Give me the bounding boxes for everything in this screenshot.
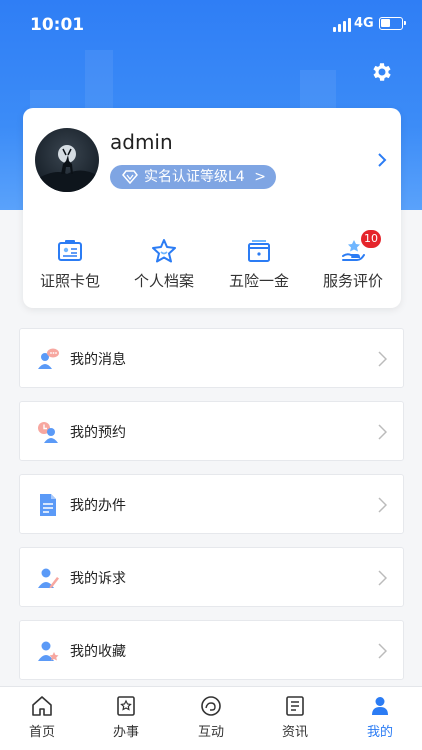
tab-label: 互动: [197, 725, 224, 740]
network-type: 4G: [354, 16, 374, 31]
star-profile-icon: [152, 239, 176, 263]
status-time: 10:01: [30, 15, 85, 35]
user-icon: [372, 697, 388, 715]
appeal-user-icon: [38, 568, 59, 589]
document-icon: [40, 494, 56, 516]
shortcut-grid: 证照卡包 个人档案 五险一金 服务评价 10: [23, 228, 401, 298]
menu-item-label: 我的消息: [70, 352, 126, 368]
id-card-icon: [58, 240, 82, 261]
tab-home[interactable]: 首页: [0, 695, 84, 740]
home-icon: [32, 696, 52, 716]
tab-mine[interactable]: 我的: [338, 695, 422, 740]
tab-services[interactable]: 办事: [84, 695, 168, 740]
shortcut-license-wallet[interactable]: 证照卡包: [23, 238, 117, 298]
menu-item-label: 我的预约: [70, 425, 126, 441]
deer-silhouette-icon: [35, 145, 99, 192]
service-icon: [117, 696, 135, 716]
tab-label: 资讯: [281, 725, 308, 740]
notification-badge: 10: [361, 230, 381, 248]
tab-label: 办事: [112, 725, 139, 740]
menu-item-appointments[interactable]: 我的预约: [19, 401, 404, 461]
certification-badge[interactable]: 实名认证等级L4 >: [110, 165, 276, 189]
menu-item-label: 我的收藏: [70, 644, 126, 660]
shortcut-label: 服务评价: [322, 272, 383, 290]
shortcut-label: 个人档案: [133, 272, 194, 290]
menu-item-label: 我的诉求: [70, 571, 126, 587]
bottom-tab-bar: 首页 办事 互动 资讯 我的: [0, 686, 422, 750]
interaction-icon: [201, 696, 221, 716]
shortcut-label: 证照卡包: [39, 272, 100, 290]
chevron-right-icon: [378, 351, 387, 367]
avatar[interactable]: [35, 128, 99, 192]
gear-icon[interactable]: [370, 60, 394, 84]
signal-icon: [333, 18, 353, 32]
menu-item-favorites[interactable]: 我的收藏: [19, 620, 404, 680]
tab-interaction[interactable]: 互动: [169, 695, 253, 740]
chevron-right-icon: [378, 497, 387, 513]
shortcut-label: 五险一金: [228, 272, 289, 290]
tab-label: 我的: [366, 725, 393, 740]
profile-card: admin 实名认证等级L4 > 证照卡包 个人档案 五险一金 服务评价 10: [23, 108, 401, 308]
menu-item-label: 我的办件: [70, 498, 126, 514]
username: admin: [110, 130, 173, 154]
battery-icon: [379, 17, 406, 30]
chevron-right-icon[interactable]: [376, 152, 388, 168]
status-bar: 10:01 4G: [0, 0, 422, 50]
menu-item-messages[interactable]: 我的消息: [19, 328, 404, 388]
insurance-icon: [248, 240, 270, 262]
appointment-icon: [38, 422, 58, 443]
chevron-right-icon: [378, 424, 387, 440]
diamond-icon: [122, 170, 138, 184]
tab-label: 首页: [28, 725, 55, 740]
news-icon: [286, 696, 304, 716]
shortcut-service-rating[interactable]: 服务评价 10: [306, 230, 400, 298]
chevron-right-icon: >: [254, 169, 266, 185]
chevron-right-icon: [378, 643, 387, 659]
menu-item-cases[interactable]: 我的办件: [19, 474, 404, 534]
favorite-user-icon: [38, 641, 59, 661]
message-user-icon: [38, 348, 59, 369]
certification-label: 实名认证等级L4: [144, 169, 245, 185]
chevron-right-icon: [378, 570, 387, 586]
tab-news[interactable]: 资讯: [253, 695, 337, 740]
shortcut-personal-file[interactable]: 个人档案: [117, 238, 211, 298]
menu-item-appeals[interactable]: 我的诉求: [19, 547, 404, 607]
shortcut-insurance-fund[interactable]: 五险一金: [212, 238, 306, 298]
